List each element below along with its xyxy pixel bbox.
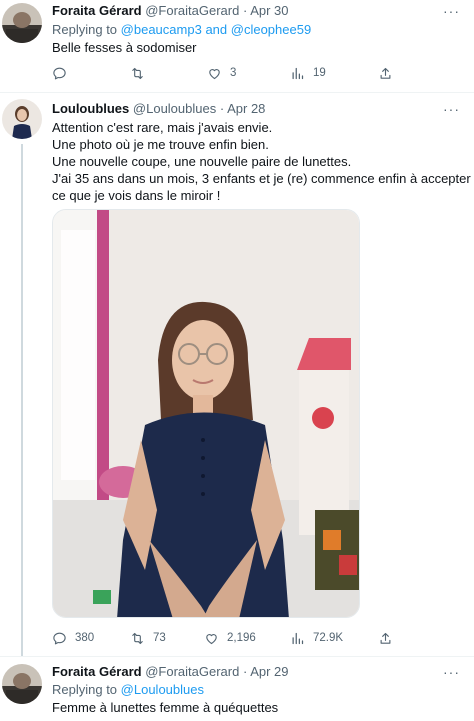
thread-line (21, 144, 23, 656)
views-button[interactable]: 19 (290, 63, 326, 83)
retweet-button[interactable]: 73 (130, 628, 166, 648)
tweet-date[interactable]: Apr 28 (227, 101, 265, 116)
share-icon (380, 632, 391, 644)
separator: · (242, 664, 248, 679)
avatar[interactable] (2, 664, 42, 704)
heart-icon (206, 633, 217, 644)
views-button[interactable]: 72.9K (290, 628, 343, 648)
tweet-text: Belle fesses à sodomiser (52, 40, 197, 55)
replying-to: Replying to @Louloublues (52, 682, 204, 698)
user-handle[interactable]: @ForaitaGerard (145, 3, 239, 18)
tweet-header: Foraita Gérard @ForaitaGerard · Apr 30 (52, 3, 289, 19)
text-line: ce que je vois dans le miroir ! (52, 188, 221, 203)
tweet-date[interactable]: Apr 29 (250, 664, 288, 679)
mention-joiner: and (205, 22, 228, 37)
views-count: 19 (313, 67, 326, 79)
retweet-icon (132, 632, 143, 644)
more-options-icon[interactable]: ··· (443, 102, 460, 116)
heart-icon (209, 68, 220, 79)
mention-link[interactable]: @cleophee59 (231, 22, 311, 37)
share-button[interactable] (378, 63, 393, 83)
tweet-text: Attention c'est rare, mais j'avais envie… (52, 119, 471, 204)
text-line: Attention c'est rare, mais j'avais envie… (52, 120, 273, 135)
replying-to-label: Replying to (52, 22, 118, 37)
separator: · (242, 3, 248, 18)
views-icon (292, 632, 304, 644)
text-line: Une nouvelle coupe, une nouvelle paire d… (52, 154, 352, 169)
text-line: Une photo où je me trouve enfin bien. (52, 137, 269, 152)
avatar-image (2, 3, 42, 43)
tweet-photo[interactable] (52, 209, 360, 618)
tweet-actions: 380 73 2,196 72.9K (52, 628, 462, 648)
more-options-icon[interactable]: ··· (443, 4, 460, 18)
reply-button[interactable]: 380 (52, 628, 94, 648)
display-name[interactable]: Foraita Gérard (52, 3, 142, 18)
retweet-count: 73 (153, 632, 166, 644)
retweet-icon (132, 67, 143, 79)
tweet-text: Femme à lunettes femme à quéquettes (52, 700, 279, 715)
more-options-icon[interactable]: ··· (443, 665, 460, 679)
retweet-button[interactable] (130, 63, 153, 83)
separator: · (219, 101, 225, 116)
user-handle[interactable]: @ForaitaGerard (145, 664, 239, 679)
like-count: 2,196 (227, 632, 256, 644)
reply-button[interactable] (52, 63, 75, 83)
share-button[interactable] (378, 628, 393, 648)
tweet-actions: 3 19 (52, 63, 462, 83)
like-count: 3 (230, 67, 237, 79)
views-count: 72.9K (313, 632, 344, 644)
replying-to: Replying to @beaucamp3 and @cleophee59 (52, 22, 311, 38)
tweet-foraita-2[interactable]: Foraita Gérard @ForaitaGerard · Apr 29 ·… (0, 657, 474, 721)
replying-to-label: Replying to (52, 682, 118, 697)
tweet-header: Louloublues @Louloublues · Apr 28 (52, 101, 265, 117)
avatar[interactable] (2, 3, 42, 43)
like-button[interactable]: 3 (207, 63, 236, 83)
views-icon (292, 67, 304, 79)
display-name[interactable]: Foraita Gérard (52, 664, 142, 679)
tweet-date[interactable]: Apr 30 (250, 3, 288, 18)
text-line: J'ai 35 ans dans un mois, 3 enfants et j… (52, 171, 471, 186)
avatar[interactable] (2, 99, 42, 139)
reply-icon (53, 67, 66, 79)
photo-image (53, 210, 359, 617)
avatar-image (2, 99, 42, 139)
share-icon (380, 67, 391, 79)
reply-count: 380 (75, 632, 95, 644)
tweet-foraita-1[interactable]: Foraita Gérard @ForaitaGerard · Apr 30 ·… (0, 0, 474, 92)
avatar-image (2, 664, 42, 704)
tweet-header: Foraita Gérard @ForaitaGerard · Apr 29 (52, 664, 289, 680)
mention-link[interactable]: @beaucamp3 (121, 22, 202, 37)
display-name[interactable]: Louloublues (52, 101, 129, 116)
mention-link[interactable]: @Louloublues (121, 682, 204, 697)
like-button[interactable]: 2,196 (204, 628, 256, 648)
reply-icon (53, 632, 66, 644)
user-handle[interactable]: @Louloublues (133, 101, 216, 116)
